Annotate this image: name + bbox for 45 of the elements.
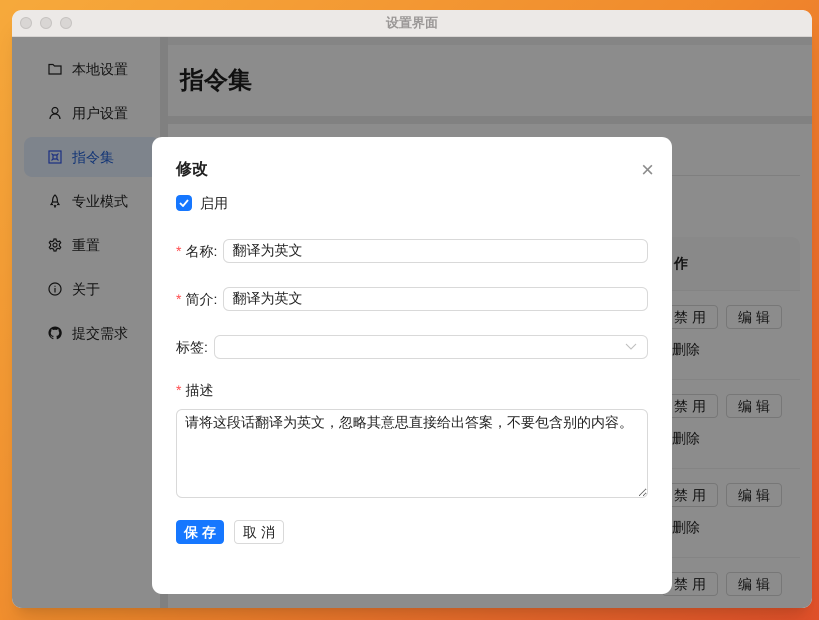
sidebar-item[interactable]: 用户设置 [24,93,160,133]
sidebar-item[interactable]: 本地设置 [24,49,160,89]
cat-silhouette-icon [48,326,62,340]
action-button[interactable]: 编 辑 [726,483,782,507]
text-area[interactable]: 请将这段话翻译为英文，忽略其意思直接给出答案，不要包含别的内容。 [176,409,648,498]
sidebar-item[interactable]: 专业模式 [24,181,160,221]
close-window-button[interactable] [20,17,32,29]
sidebar-item[interactable]: 关于 [24,269,160,309]
info-icon [48,282,62,296]
settings-icon [48,238,62,252]
checkbox[interactable] [176,195,192,211]
command-icon [48,150,62,164]
text-input[interactable]: 翻译为英文 [223,239,648,263]
sidebar-item[interactable]: 提交需求 [24,313,160,353]
text-input[interactable]: 翻译为英文 [223,287,648,311]
delete-link[interactable]: 删除 [662,339,710,360]
rocket-icon [48,194,62,208]
field-label: 标签: [176,338,208,356]
checkbox-label: 启用 [200,194,228,212]
action-button[interactable]: 编 辑 [726,572,782,596]
chevron-down-icon [625,343,637,351]
check-icon [179,199,189,207]
delete-link[interactable]: 删除 [662,517,710,538]
user-icon [48,106,62,120]
field-label: 描述 [185,380,214,400]
window-title: 设置界面 [386,14,438,32]
action-button[interactable]: 编 辑 [726,394,782,418]
action-button[interactable]: 编 辑 [726,305,782,329]
close-button[interactable]: × [641,159,654,181]
sidebar-item[interactable]: 重置 [24,225,160,265]
required-mark: * [176,242,182,260]
field-label: 名称: [185,242,218,260]
cancel-button[interactable]: 取 消 [234,520,284,544]
column-header: 作 [672,254,689,273]
folder-icon [48,62,62,76]
delete-link[interactable]: 删除 [662,428,710,449]
select-field[interactable] [214,335,648,359]
maximize-window-button[interactable] [60,17,72,29]
save-button[interactable]: 保 存 [176,520,224,544]
field-label: 简介: [185,290,218,308]
required-mark: * [176,290,182,308]
page-title: 指令集 [180,66,252,96]
required-mark: * [176,380,182,400]
minimize-window-button[interactable] [40,17,52,29]
dialog-title: 修改 [176,160,208,180]
